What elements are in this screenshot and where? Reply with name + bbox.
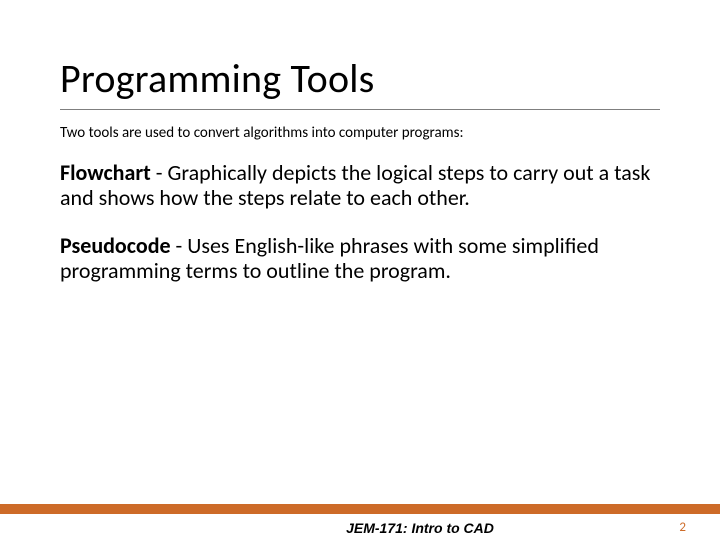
item-pseudocode: Pseudocode - Uses English-like phrases w… [60,233,660,284]
term-pseudocode: Pseudocode [60,232,171,259]
slide: Programming Tools Two tools are used to … [0,0,720,540]
slide-title: Programming Tools [60,54,660,110]
page-number: 2 [679,520,686,535]
term-flowchart: Flowchart [60,159,151,186]
item-flowchart: Flowchart - Graphically depicts the logi… [60,160,660,211]
footer-accent-bar [0,504,720,514]
footer-text: JEM-171: Intro to CAD [60,520,720,536]
slide-subtitle: Two tools are used to convert algorithms… [60,124,660,142]
